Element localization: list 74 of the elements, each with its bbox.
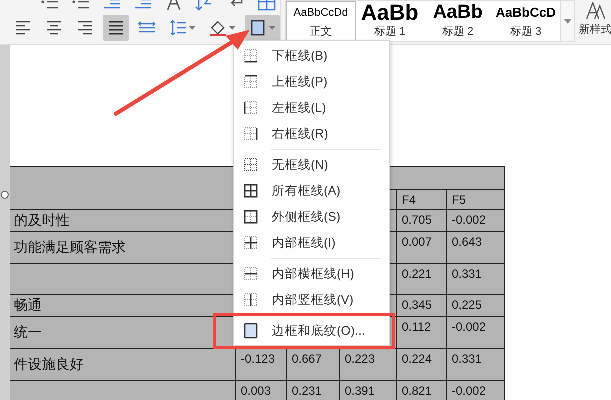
cell-value: 0.391 [345,384,376,398]
border-icon [244,158,258,172]
cell-value: 0.112 [402,320,432,334]
row-label: 的及时性 [13,212,70,230]
style-name: 正文 [310,24,332,40]
cell-value: -0.123 [241,352,276,366]
style-name: 标题 3 [510,25,542,40]
line-spacing-icon [169,19,187,37]
style-name: 标题 2 [442,25,474,40]
cell-value: 0.331 [452,267,482,281]
cell-value: 0.007 [402,235,432,249]
caret-icon [564,18,572,24]
menu-item[interactable]: 内部横框线(H) [234,261,389,287]
cell-value: 0.643 [452,235,482,249]
style-preview: AaBbCcDd [294,6,348,21]
letters-a-icon [584,2,606,20]
style-preview: AaBb [433,2,483,24]
border-icon [244,293,258,307]
style-option[interactable]: AaBbCcDd 正文 [286,1,356,41]
cell-value: 0.221 [402,267,432,281]
border-icon [244,127,258,141]
align-right-icon [76,19,94,37]
column-header: F4 [402,193,416,207]
row-label: 件设施良好 [13,356,84,374]
cell-value: 0.223 [345,352,376,366]
align-left-icon [14,19,32,37]
cell-value: 0.821 [402,384,432,398]
cell-value: 0.231 [292,384,322,398]
borders-button[interactable] [245,15,280,41]
cell-value: 0.224 [402,352,432,366]
menu-item[interactable]: 左框线(L) [234,95,389,121]
border-icon [244,267,258,281]
border-icon [244,236,258,250]
column-header: F5 [452,193,466,207]
cell-value: -0.002 [452,213,486,227]
border-icon [244,184,258,198]
border-icon [244,101,258,115]
style-name: 标题 1 [374,25,406,40]
menu-item[interactable]: 无框线(N) [234,152,389,178]
cell-value: 0.331 [452,352,482,366]
menu-item[interactable]: 右框线(R) [234,121,389,147]
table-icon[interactable] [257,0,277,12]
border-icon [249,19,267,37]
menu-item[interactable]: 下框线(B) [234,43,389,69]
menu-item[interactable]: 内部竖框线(V) [234,287,389,313]
border-icon [244,75,258,89]
border-icon [244,210,258,224]
cell-value: 0.705 [402,213,432,227]
gallery-scrollbar[interactable] [560,1,574,41]
align-center-icon [45,19,63,37]
cell-value: -0.002 [452,320,486,334]
caret-icon [269,26,276,30]
menu-item[interactable]: 所有框线(A) [234,178,389,204]
row-label: 统一 [13,324,42,342]
style-preview: AaBbCcD [496,4,556,22]
style-preview: AaBb [361,2,419,24]
justify-button[interactable] [103,15,129,41]
shading-icon [209,19,227,37]
page-icon [244,323,258,339]
menu-item[interactable]: 上框线(P) [234,69,389,95]
row-label: 功能满足顾客需求 [13,238,126,256]
caret-icon [189,26,196,30]
cell-value: 0.667 [292,352,322,366]
cell-value: 0,345 [402,298,432,312]
resize-handle[interactable] [1,191,9,199]
justify-icon [107,19,125,37]
cell-value: -0.002 [452,384,486,398]
menu-item[interactable]: 边框和底纹(O)... [234,318,389,344]
border-icon [244,49,258,63]
menu-item[interactable]: 内部框线(I) [234,230,389,256]
row-label: 畅通 [13,296,42,314]
cell-value: 0,225 [452,298,482,312]
cell-value: 0.003 [241,384,272,398]
menu-item[interactable]: 外侧框线(S) [234,204,389,230]
